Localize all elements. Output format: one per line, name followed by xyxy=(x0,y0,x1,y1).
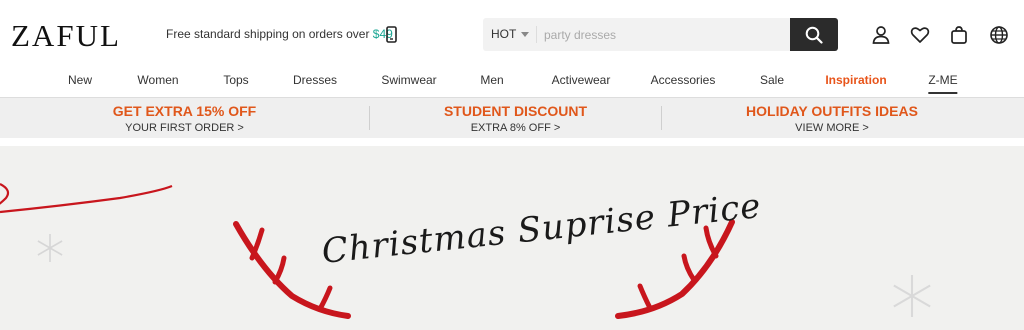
nav-item-sale[interactable]: Sale xyxy=(760,73,784,87)
snowflake-icon xyxy=(888,272,936,325)
promo-title: STUDENT DISCOUNT xyxy=(443,103,588,119)
heart-icon[interactable] xyxy=(909,24,931,46)
snowflake-icon xyxy=(34,232,66,269)
logo[interactable]: ZAFUL xyxy=(11,18,121,54)
nav-item-accessories[interactable]: Accessories xyxy=(651,73,716,87)
promo-subtitle: YOUR FIRST ORDER > xyxy=(125,122,244,134)
divider xyxy=(536,26,537,43)
bag-icon[interactable] xyxy=(948,24,970,46)
nav-item-women[interactable]: Women xyxy=(137,73,178,87)
phone-icon[interactable] xyxy=(386,26,397,43)
promo-extra-off[interactable]: GET EXTRA 15% OFF YOUR FIRST ORDER > xyxy=(0,98,369,138)
chevron-down-icon[interactable] xyxy=(521,32,529,37)
promo-holiday-outfits[interactable]: HOLIDAY OUTFITS IDEAS VIEW MORE > xyxy=(662,98,1002,138)
nav-item-activewear[interactable]: Activewear xyxy=(552,73,611,87)
nav-item-men[interactable]: Men xyxy=(480,73,503,87)
search-button[interactable] xyxy=(790,18,838,51)
hero-banner[interactable]: Christmas Suprise Price xyxy=(0,146,1024,330)
nav-item-inspiration[interactable]: Inspiration xyxy=(825,73,886,87)
header: ZAFUL Free standard shipping on orders o… xyxy=(0,0,1024,68)
promo-subtitle: EXTRA 8% OFF > xyxy=(470,122,561,134)
shipping-text: Free standard shipping on orders over xyxy=(166,27,373,41)
shipping-notice[interactable]: Free standard shipping on orders over $4… xyxy=(166,27,393,41)
main-nav: New Women Tops Dresses Swimwear Men Acti… xyxy=(0,68,1024,98)
promo-strip: GET EXTRA 15% OFF YOUR FIRST ORDER > STU… xyxy=(0,98,1024,138)
promo-title: GET EXTRA 15% OFF xyxy=(112,103,257,119)
globe-icon[interactable] xyxy=(988,24,1010,46)
nav-item-tops[interactable]: Tops xyxy=(223,73,248,87)
search-category-select[interactable]: HOT xyxy=(491,27,516,41)
search-bar: HOT xyxy=(483,18,838,51)
promo-student-discount[interactable]: STUDENT DISCOUNT EXTRA 8% OFF > xyxy=(370,98,661,138)
nav-item-dresses[interactable]: Dresses xyxy=(293,73,337,87)
nav-item-swimwear[interactable]: Swimwear xyxy=(381,73,436,87)
nav-item-z-me[interactable]: Z-ME xyxy=(928,73,958,94)
promo-subtitle: VIEW MORE > xyxy=(795,122,869,134)
promo-title: HOLIDAY OUTFITS IDEAS xyxy=(746,103,918,119)
account-icon[interactable] xyxy=(870,24,892,46)
nav-item-new[interactable]: New xyxy=(68,73,92,87)
search-input[interactable] xyxy=(544,24,784,45)
